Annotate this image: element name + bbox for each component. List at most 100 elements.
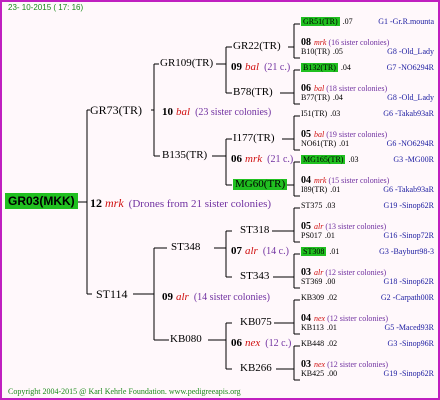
marker-label: alr: [314, 268, 324, 277]
g4-queen-top-7[interactable]: KB309.02: [301, 294, 337, 302]
marker-label: mrk: [314, 176, 327, 185]
marker-label: bal: [245, 61, 260, 73]
inbreeding-value: .02: [327, 339, 338, 348]
queen-id: I89(TR): [301, 185, 328, 194]
drone-count: 09: [162, 291, 173, 303]
g3-queen-2[interactable]: B78(TR): [233, 87, 273, 98]
drone-count: 12: [90, 196, 102, 210]
g2-queen-2[interactable]: B135(TR): [162, 150, 207, 161]
marker-label: alr: [176, 291, 189, 303]
marker-label: bal: [314, 84, 325, 93]
inbreeding-value: .07: [342, 17, 353, 26]
queen-id: I51(TR): [301, 109, 328, 118]
inbreeding-value: .01: [329, 247, 340, 256]
g1-queen-bottom[interactable]: ST114: [96, 288, 128, 300]
g4-top-region-3: G6 -Takab93aR: [383, 109, 434, 118]
g4-bottom-region-3: G6 -NO6294R: [386, 139, 434, 148]
marker-label: bal: [314, 130, 325, 139]
g3-queen-8[interactable]: KB266: [240, 363, 272, 374]
g4-top-region-5: G19 -Sinop62R: [383, 201, 434, 210]
g2-queen-3[interactable]: ST348: [171, 242, 200, 253]
marker-label: alr: [314, 222, 324, 231]
g2-drone-info-2: 06 mrk (21 c.): [231, 150, 293, 166]
marker-label: mrk: [245, 153, 263, 165]
g4-queen-top-3[interactable]: I51(TR) .03: [301, 110, 340, 118]
sister-colonies-note: (12 sister colonies): [327, 360, 388, 369]
report-date: 23- 10-2015 ( 17: 16): [8, 3, 84, 12]
sister-colonies-note: (16 sister colonies): [328, 38, 390, 47]
inbreeding-value: .01: [324, 231, 335, 240]
inbreeding-value: .02: [327, 293, 338, 302]
g4-queen-bottom-5[interactable]: PS017.01: [301, 232, 335, 240]
g1-bottom-drone-info: 09 alr (14 sister colonies): [162, 288, 270, 304]
g4-queen-top-4[interactable]: MG165(TR) .03: [301, 155, 359, 164]
sister-colonies-note: (23 sister colonies): [195, 107, 272, 118]
g4-bottom-region-4: G6 -Takab93aR: [383, 185, 434, 194]
g4-queen-top-6[interactable]: ST308.01: [301, 247, 340, 256]
sister-colonies-note: (13 sister colonies): [325, 222, 387, 231]
root-drone-info: 12 mrk (Drones from 21 sister colonies): [90, 195, 271, 211]
g3-queen-6[interactable]: ST343: [240, 271, 269, 282]
queen-id: ST375: [301, 201, 323, 210]
g4-queen-top-2[interactable]: B132(TR) .04: [301, 63, 351, 72]
g3-queen-1[interactable]: GR22(TR): [233, 41, 281, 52]
inbreeding-value: .03: [348, 155, 359, 164]
g4-top-region-1: G1 -Gr.R.mounta: [378, 17, 434, 26]
sister-colonies-note: (12 c.): [265, 338, 292, 349]
drone-count: 10: [162, 106, 173, 118]
marker-label: mrk: [105, 196, 124, 210]
g4-queen-top-5[interactable]: ST375.03: [301, 202, 335, 210]
drone-count: 06: [231, 337, 242, 349]
g3-queen-4[interactable]: MG60(TR): [233, 179, 288, 190]
queen-id: MG165(TR): [301, 155, 346, 164]
sister-colonies-note: (12 sister colonies): [325, 268, 387, 277]
g4-top-region-2: G7 -NO6294R: [386, 63, 434, 72]
inbreeding-value: .01: [326, 323, 337, 332]
g4-queen-top-1[interactable]: GR51(TR) .07: [301, 17, 353, 26]
inbreeding-value: .03: [325, 201, 336, 210]
pedigree-tree: 23- 10-2015 ( 17: 16) Copyright 2004-2015…: [2, 2, 438, 398]
sister-colonies-note: (14 c.): [262, 246, 289, 257]
queen-id: GR51(TR): [301, 17, 340, 26]
g4-queen-bottom-8[interactable]: KB425.00: [301, 370, 337, 378]
g1-queen-top[interactable]: GR73(TR): [90, 104, 142, 116]
marker-label: nex: [314, 314, 326, 323]
inbreeding-value: .00: [325, 277, 336, 286]
queen-id: KB425: [301, 369, 325, 378]
copyright-footer: Copyright 2004-2015 @ Karl Kehrle Founda…: [8, 387, 241, 396]
g4-top-region-8: G3 -Sinop96R: [387, 339, 434, 348]
inbreeding-value: .01: [339, 139, 350, 148]
queen-id: ST308: [301, 247, 327, 256]
g4-queen-bottom-3[interactable]: NO61(TR) .01: [301, 140, 349, 148]
g4-bottom-region-2: G8 -Old_Lady: [387, 93, 434, 102]
inbreeding-value: .05: [332, 47, 343, 56]
g4-queen-bottom-4[interactable]: I89(TR) .01: [301, 186, 340, 194]
queen-id: KB113: [301, 323, 324, 332]
g1-top-drone-info: 10 bal (23 sister colonies): [162, 103, 271, 119]
g4-queen-bottom-7[interactable]: KB113.01: [301, 324, 337, 332]
g3-queen-3[interactable]: I177(TR): [233, 133, 275, 144]
sister-colonies-note: (19 sister colonies): [326, 130, 388, 139]
g4-queen-top-8[interactable]: KB448.02: [301, 340, 337, 348]
sister-colonies-note: (14 sister colonies): [193, 292, 270, 303]
g2-drone-info-4: 06 nex (12 c.): [231, 334, 291, 350]
g4-queen-bottom-2[interactable]: B77(TR) .04: [301, 94, 343, 102]
g4-top-region-6: G3 -Bayburt98-3: [379, 247, 434, 256]
drone-count: 06: [231, 153, 242, 165]
g2-queen-4[interactable]: KB080: [170, 334, 202, 345]
inbreeding-value: .04: [340, 63, 351, 72]
g3-queen-5[interactable]: ST318: [240, 225, 269, 236]
g4-queen-bottom-1[interactable]: B10(TR) .05: [301, 48, 343, 56]
sister-colonies-note: (Drones from 21 sister colonies): [128, 198, 272, 210]
g4-queen-bottom-6[interactable]: ST369.00: [301, 278, 335, 286]
queen-id: KB309: [301, 293, 325, 302]
sister-colonies-note: (15 sister colonies): [328, 176, 390, 185]
sister-colonies-note: (12 sister colonies): [327, 314, 388, 323]
marker-label: nex: [245, 337, 261, 349]
root-queen[interactable]: GR03(MKK): [5, 193, 78, 209]
g4-bottom-region-5: G16 -Sinop72R: [383, 231, 434, 240]
queen-id: PS017: [301, 231, 322, 240]
g4-top-region-7: G2 -Carpath00R: [380, 293, 434, 302]
g2-queen-1[interactable]: GR109(TR): [160, 58, 213, 69]
g3-queen-7[interactable]: KB075: [240, 317, 272, 328]
